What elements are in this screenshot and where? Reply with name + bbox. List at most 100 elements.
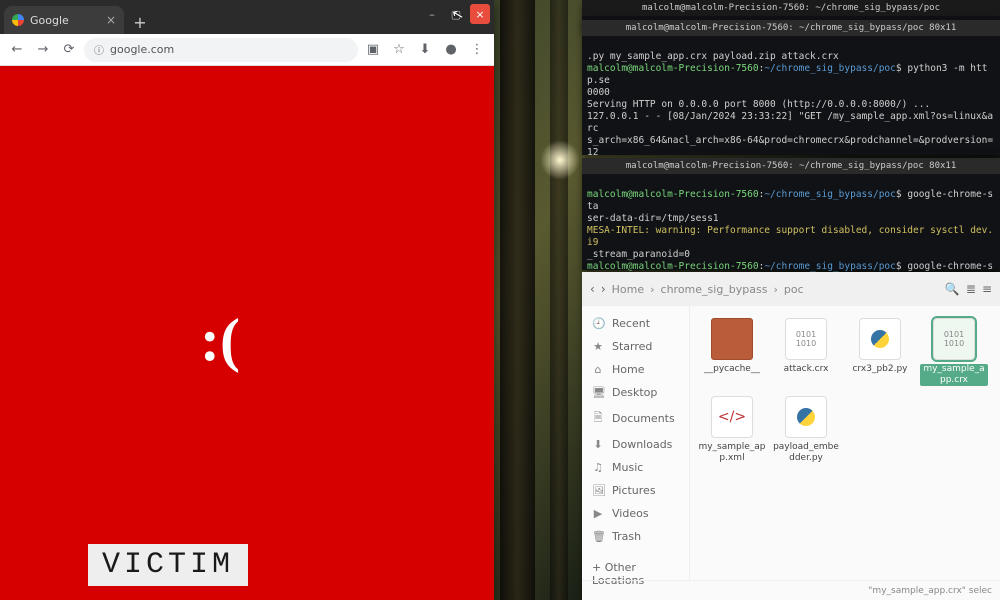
sidebar-item-videos[interactable]: ▶ Videos [582, 502, 689, 525]
file-manager-sidebar: 🕘 Recent ★ Starred ⌂ Home 🖥 Desktop 🗎 Documents ⬇ D… [582, 306, 690, 580]
file-name: crx3_​pb2.py [852, 364, 907, 375]
files-nav-back[interactable]: ‹ [590, 282, 595, 296]
desktop-icon: 🖥 [592, 386, 604, 399]
file-manager-status: "my_sample_app.crx" selec [582, 580, 1000, 600]
music-icon: ♫ [592, 461, 604, 474]
documents-icon: 🗎 [592, 409, 604, 428]
terminal-window-2[interactable]: malcolm@malcolm-Precision-7560: ~/chrome… [582, 158, 1000, 270]
window-close-icon[interactable]: × [470, 4, 490, 24]
sidebar-item-music[interactable]: ♫ Music [582, 456, 689, 479]
file-my-sample-app-xml[interactable]: </> my_​sample_​app.xml [698, 396, 766, 464]
recent-icon: 🕘 [592, 317, 604, 330]
new-tab-button[interactable]: + [128, 10, 152, 34]
file-manager-toolbar: ‹ › Home› chrome_sig_bypass› poc 🔍 ≣ ≡ [582, 272, 1000, 306]
file-my-sample-app-crx[interactable]: 0101 1010 my_​sample_​app.crx [920, 318, 988, 386]
terminal-2-title: malcolm@malcolm-Precision-7560: ~/chrome… [582, 158, 1000, 174]
sidebar-item-label: Recent [612, 317, 650, 330]
tab-title: Google [30, 14, 69, 27]
sidebar-item-home[interactable]: ⌂ Home [582, 358, 689, 381]
google-favicon-icon [12, 14, 24, 26]
file-attack-crx[interactable]: 0101 1010 attack.crx [772, 318, 840, 386]
term2-prompt2-user: malcolm@malcolm-Precision-7560 [587, 261, 759, 272]
file-grid[interactable]: _​_​pycache_​_​ 0101 1010 attack.crx crx3_​… [690, 306, 1000, 580]
sidebar-item-label: Videos [612, 507, 649, 520]
chrome-tabstrip[interactable]: Google × + – ▢ × [0, 0, 494, 34]
folder-icon [711, 318, 753, 360]
term1-prompt-user: malcolm@malcolm-Precision-7560 [587, 63, 759, 74]
terminal-window-1[interactable]: malcolm@malcolm-Precision-7560: ~/chrome… [582, 20, 1000, 155]
sidebar-item-downloads[interactable]: ⬇ Downloads [582, 433, 689, 456]
file-manager-window[interactable]: ‹ › Home› chrome_sig_bypass› poc 🔍 ≣ ≡ 🕘… [582, 272, 1000, 600]
file-name: _​_​pycache_​_​ [704, 364, 760, 375]
bin-icon: 0101 1010 [933, 318, 975, 360]
nav-forward-icon[interactable]: → [32, 39, 54, 61]
bookmark-star-icon[interactable]: ☆ [388, 39, 410, 61]
bin-icon: 0101 1010 [785, 318, 827, 360]
terminal-1-title: malcolm@malcolm-Precision-7560: ~/chrome… [582, 20, 1000, 36]
py-icon [785, 396, 827, 438]
sidebar-item-label: Music [612, 461, 643, 474]
home-icon: ⌂ [592, 363, 604, 376]
page-content[interactable]: :( VICTIM [0, 66, 494, 600]
files-nav-forward[interactable]: › [601, 282, 606, 296]
term2-prompt-user: malcolm@malcolm-Precision-7560 [587, 189, 759, 200]
term2-line2: ser-data-dir=/tmp/sess1 [587, 213, 719, 224]
sidebar-item-pictures[interactable]: 🖼 Pictures [582, 479, 689, 502]
starred-icon: ★ [592, 340, 604, 353]
sidebar-item-label: Home [612, 363, 644, 376]
crumb-0[interactable]: Home [612, 283, 644, 296]
sidebar-item-starred[interactable]: ★ Starred [582, 335, 689, 358]
term2-line4: _stream_paranoid=0 [587, 249, 690, 260]
bg-tree-2 [550, 0, 568, 600]
bg-tree-1 [500, 0, 535, 600]
crumb-1[interactable]: chrome_sig_bypass [661, 283, 768, 296]
files-menu-icon[interactable]: ≡ [982, 282, 992, 296]
files-list-view-icon[interactable]: ≣ [966, 282, 976, 296]
url-text: google.com [110, 43, 174, 56]
pictures-icon: 🖼 [592, 484, 604, 497]
files-search-icon[interactable]: 🔍 [945, 282, 960, 296]
extensions-icon[interactable]: ▣ [362, 39, 384, 61]
file--pycache-[interactable]: _​_​pycache_​_​ [698, 318, 766, 386]
tab-close-icon[interactable]: × [106, 13, 116, 27]
file-name: attack.crx [784, 364, 829, 375]
term2-line3: MESA-INTEL: warning: Performance support… [587, 225, 993, 248]
downloads-icon: ⬇ [592, 438, 604, 451]
sidebar-item-label: Documents [612, 412, 675, 425]
term2-prompt-path: ~/chrome_sig_bypass/poc [764, 189, 896, 200]
nav-reload-icon[interactable]: ⟳ [58, 39, 80, 61]
crumb-2[interactable]: poc [784, 283, 804, 296]
chrome-window[interactable]: Google × + – ▢ × ← → ⟳ ⓘ google.com ▣ ☆ … [0, 0, 494, 600]
file-name: my_​sample_​app.crx [920, 364, 988, 386]
chrome-menu-icon[interactable]: ⋮ [466, 39, 488, 61]
breadcrumb[interactable]: Home› chrome_sig_bypass› poc [612, 283, 939, 296]
sidebar-item-recent[interactable]: 🕘 Recent [582, 312, 689, 335]
videos-icon: ▶ [592, 507, 604, 520]
nav-back-icon[interactable]: ← [6, 39, 28, 61]
sidebar-item-documents[interactable]: 🗎 Documents [582, 404, 689, 433]
chrome-tab-google[interactable]: Google × [4, 6, 124, 34]
terminal-0-title: malcolm@malcolm-Precision-7560: ~/chrome… [582, 0, 1000, 16]
victim-label: VICTIM [88, 544, 248, 586]
sidebar-item-label: Starred [612, 340, 652, 353]
sad-face-text: :( [200, 306, 240, 375]
sidebar-item-desktop[interactable]: 🖥 Desktop [582, 381, 689, 404]
window-minimize-icon[interactable]: – [422, 4, 442, 24]
term1-line3: Serving HTTP on 0.0.0.0 port 8000 (http:… [587, 99, 930, 110]
sidebar-item-label: Pictures [612, 484, 656, 497]
term1-line4: 127.0.0.1 - - [08/Jan/2024 23:33:22] "GE… [587, 111, 993, 134]
term1-line1: .py my_sample_app.crx payload.zip attack… [587, 51, 839, 62]
xml-icon: </> [711, 396, 753, 438]
profile-avatar-icon[interactable]: ● [440, 39, 462, 61]
site-info-icon[interactable]: ⓘ [94, 42, 104, 57]
trash-icon: 🗑 [592, 530, 604, 543]
address-bar[interactable]: ⓘ google.com [84, 38, 358, 62]
file-payload-embedder-py[interactable]: payload_​embedder.py [772, 396, 840, 464]
sidebar-item-label: Downloads [612, 438, 672, 451]
file-crx3-pb2-py[interactable]: crx3_​pb2.py [846, 318, 914, 386]
sidebar-item-trash[interactable]: 🗑 Trash [582, 525, 689, 548]
file-name: my_​sample_​app.xml [698, 442, 766, 464]
sidebar-item-label: Desktop [612, 386, 657, 399]
sidebar-item-label: Trash [612, 530, 641, 543]
downloads-icon[interactable]: ⬇ [414, 39, 436, 61]
